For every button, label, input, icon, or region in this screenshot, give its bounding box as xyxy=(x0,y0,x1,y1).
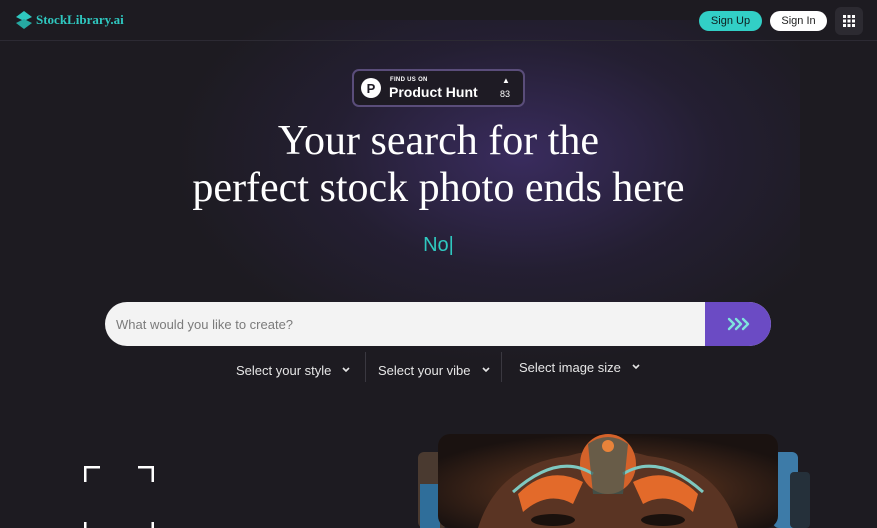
logo[interactable]: StockLibrary.ai xyxy=(16,11,124,29)
logo-icon xyxy=(16,11,32,29)
chevron-down-icon xyxy=(342,367,350,373)
product-hunt-title: Product Hunt xyxy=(389,84,478,100)
image-size-dropdown[interactable]: Select image size xyxy=(519,355,640,379)
search-input[interactable] xyxy=(105,302,705,346)
hero-headline: Your search for the perfect stock photo … xyxy=(0,118,877,212)
logo-text: StockLibrary.ai xyxy=(36,12,124,27)
grid-icon xyxy=(843,15,855,27)
top-nav: StockLibrary.ai Sign Up Sign In xyxy=(0,0,877,41)
product-hunt-logo-icon: P xyxy=(361,78,381,98)
focus-frame-icon xyxy=(84,466,154,528)
filter-divider xyxy=(501,352,502,382)
product-hunt-caption: FIND US ON xyxy=(390,77,428,83)
photo-stack xyxy=(418,434,810,528)
search-submit-button[interactable] xyxy=(705,302,771,346)
typing-text: No| xyxy=(423,234,454,256)
double-chevron-right-icon xyxy=(727,317,750,331)
upvote-arrow-icon: ▲ xyxy=(502,76,510,85)
style-dropdown-label: Select your style xyxy=(236,362,332,378)
filter-divider xyxy=(365,352,366,382)
product-hunt-badge[interactable]: P FIND US ON Product Hunt ▲ 83 xyxy=(352,69,525,107)
apps-menu-button[interactable] xyxy=(835,7,863,35)
image-size-dropdown-label: Select image size xyxy=(519,359,621,375)
vibe-dropdown-label: Select your vibe xyxy=(378,362,471,378)
chevron-down-icon xyxy=(481,367,490,373)
upvote-count: 83 xyxy=(500,89,511,99)
chevron-down-icon xyxy=(632,364,640,370)
hero-headline-line-1: Your search for the xyxy=(277,118,600,164)
sign-up-button[interactable]: Sign Up xyxy=(699,11,762,31)
vibe-dropdown[interactable]: Select your vibe xyxy=(378,358,490,382)
search-bar xyxy=(105,302,771,346)
sign-in-button[interactable]: Sign In xyxy=(770,11,827,31)
style-dropdown[interactable]: Select your style xyxy=(236,358,350,382)
hero-headline-line-2: perfect stock photo ends here xyxy=(192,165,685,211)
